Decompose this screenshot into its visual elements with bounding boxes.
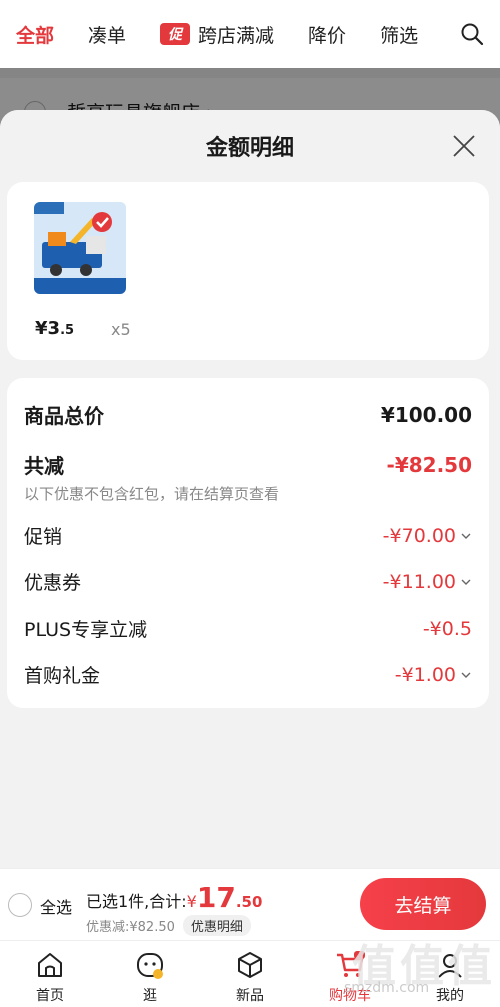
discount-amount: 优惠减:¥82.50 [86, 920, 175, 935]
top-filter-bar: 全部 凑单 促 跨店满减 降价 筛选 [0, 0, 500, 68]
promo-value-wrap: -¥70.00 [383, 525, 472, 547]
browse-face-icon [137, 953, 163, 979]
promo-label: 促销 [24, 526, 63, 548]
tab-cross-store-label: 跨店满减 [198, 24, 275, 47]
discount-detail-button[interactable]: 优惠明细 [182, 915, 251, 936]
checkout-summary: 已选1件,合计:¥17.50 [86, 881, 262, 914]
coupon-label: 优惠券 [24, 572, 82, 594]
coupon-value: -¥11.00 [382, 570, 456, 593]
select-all-checkbox[interactable] [8, 893, 32, 917]
product-quantity: x5 [111, 320, 131, 339]
amount-detail-sheet: 金额明细 ¥3.5 x5 商品总价 ¥100.00 共减 -¥82.50 以下优… [0, 110, 500, 870]
close-icon[interactable] [452, 134, 476, 158]
sheet-title: 金额明细 [0, 110, 500, 182]
chevron-down-icon [461, 579, 471, 585]
coupon-row[interactable]: 优惠券 -¥11.00 [24, 568, 472, 595]
reduce-row: 共减 -¥82.50 [24, 450, 472, 479]
summary-currency: ¥ [186, 892, 197, 911]
amount-detail-card: 商品总价 ¥100.00 共减 -¥82.50 以下优惠不包含红包，请在结算页查… [7, 378, 489, 708]
select-all-label[interactable]: 全选 [40, 894, 72, 918]
reduce-label: 共减 [24, 454, 64, 478]
promo-tag-icon: 促 [160, 23, 191, 45]
first-purchase-value-wrap: -¥1.00 [395, 664, 472, 686]
plus-row: PLUS专享立减 -¥0.5 [24, 615, 472, 642]
total-row: 商品总价 ¥100.00 [24, 400, 472, 429]
product-thumbnail[interactable] [34, 202, 126, 294]
promo-row[interactable]: 促销 -¥70.00 [24, 522, 472, 549]
summary-amount: 17 [196, 881, 236, 914]
tab-new[interactable]: 新品 [200, 941, 300, 1007]
promo-value: -¥70.00 [382, 524, 456, 547]
checkout-button[interactable]: 去结算 [360, 878, 486, 930]
tab-new-label: 新品 [236, 988, 264, 1004]
tab-filter[interactable]: 筛选 [380, 21, 418, 48]
product-card: ¥3.5 x5 [7, 182, 489, 360]
toy-truck-image [34, 202, 126, 294]
plus-label: PLUS专享立减 [24, 619, 148, 641]
tab-home[interactable]: 首页 [0, 941, 100, 1007]
price-integer: 3 [47, 318, 61, 339]
tab-browse-label: 逛 [143, 988, 157, 1004]
reduce-value: -¥82.50 [386, 452, 472, 477]
first-purchase-value: -¥1.00 [394, 663, 456, 686]
price-symbol: ¥ [35, 318, 48, 339]
discount-line: 优惠减:¥82.50 优惠明细 [86, 915, 251, 936]
first-purchase-row[interactable]: 首购礼金 -¥1.00 [24, 661, 472, 688]
search-icon[interactable] [460, 22, 484, 46]
tab-all[interactable]: 全部 [16, 21, 54, 48]
home-icon [38, 953, 62, 977]
tab-cross-store[interactable]: 促 跨店满减 [160, 21, 274, 48]
tab-home-label: 首页 [36, 988, 64, 1004]
chevron-down-icon [461, 672, 471, 678]
first-purchase-label: 首购礼金 [24, 665, 101, 687]
chevron-down-icon [461, 533, 471, 539]
summary-decimal: .50 [235, 893, 263, 911]
coupon-value-wrap: -¥11.00 [383, 571, 472, 593]
total-label: 商品总价 [24, 404, 104, 428]
tab-price-drop[interactable]: 降价 [308, 21, 346, 48]
tab-browse[interactable]: 逛 [100, 941, 200, 1007]
total-value: ¥100.00 [380, 402, 472, 427]
cube-icon [238, 952, 262, 978]
summary-prefix: 已选1件,合计: [86, 892, 187, 911]
price-decimal: .5 [60, 323, 75, 338]
discount-note: 以下优惠不包含红包，请在结算页查看 [24, 485, 280, 503]
watermark: 值值值 smzdm.com [338, 930, 498, 1002]
product-price: ¥3.5 [35, 318, 74, 339]
plus-value: -¥0.5 [422, 617, 472, 640]
watermark-site: smzdm.com [344, 980, 430, 996]
tab-coudan[interactable]: 凑单 [88, 21, 126, 48]
